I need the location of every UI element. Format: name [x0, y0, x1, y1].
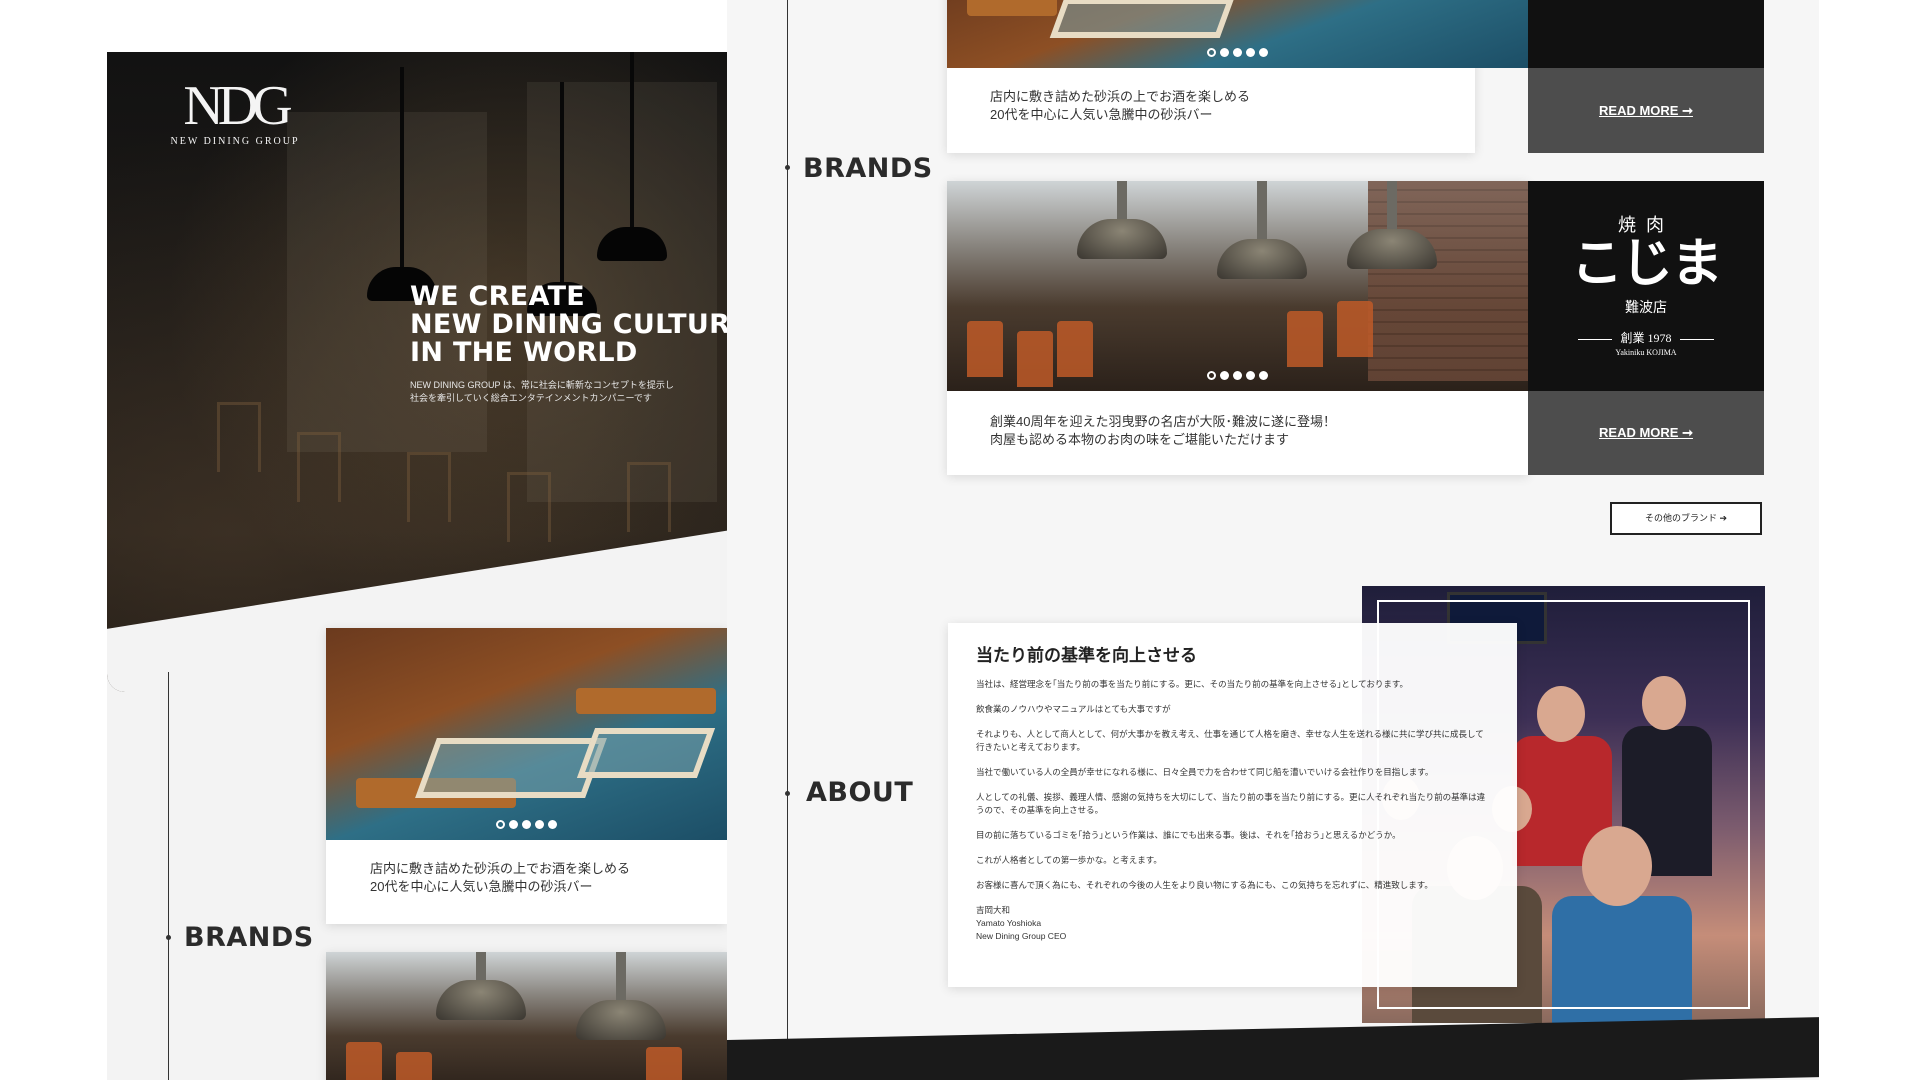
left-timeline-line: [168, 672, 169, 1080]
read-more-button[interactable]: READ MORE ➞: [1528, 68, 1764, 153]
carousel-dot[interactable]: [1233, 371, 1242, 380]
carousel-dot[interactable]: [1233, 48, 1242, 57]
brand-card-kojima[interactable]: 創業40周年を迎えた羽曳野の名店が大阪･難波に遂に登場！ 肉屋も認める本物のお肉…: [947, 181, 1528, 475]
left-brand-card[interactable]: 店内に敷き詰めた砂浜の上でお酒を楽しめる 20代を中心に人気い急騰中の砂浜バー: [326, 628, 727, 924]
hero-section: [107, 52, 727, 692]
logo-line: こじま: [1570, 236, 1723, 293]
carousel-dot[interactable]: [1259, 371, 1268, 380]
hero-subtitle-line: NEW DINING GROUP は、常に社会に斬新なコンセプトを提示し: [410, 380, 674, 390]
about-paragraph: お客様に喜んで頂く為にも、それぞれの今後の人生をより良い物にする為にも、この気持…: [976, 880, 1433, 890]
signature-line: Yamato Yoshioka: [976, 918, 1042, 928]
brand-card-description: 創業40周年を迎えた羽曳野の名店が大阪･難波に遂に登場！ 肉屋も認める本物のお肉…: [947, 391, 1528, 471]
about-paragraph: それよりも、人として商人として、何が大事かを教え考え、仕事を通じて人格を磨き、幸…: [976, 729, 1484, 752]
sand-bar-photo: [947, 0, 1528, 68]
logo-line: Yakiniku KOJIMA: [1615, 348, 1677, 357]
card-text-line: 店内に敷き詰めた砂浜の上でお酒を楽しめる: [990, 89, 1251, 104]
carousel-dots[interactable]: [326, 816, 727, 834]
hero-title-line: WE CREATE: [410, 281, 586, 312]
about-signature: 吉岡大和 Yamato Yoshioka New Dining Group CE…: [976, 904, 1489, 943]
about-paragraph: これが人格者としての第一歩かな。と考えます。: [976, 855, 1162, 865]
carousel-dot[interactable]: [1207, 48, 1216, 57]
logo-mark: NDG: [183, 75, 292, 137]
hero-title-line: NEW DINING CULTURE: [410, 309, 749, 340]
signature-line: New Dining Group CEO: [976, 931, 1067, 941]
carousel-dot[interactable]: [1220, 371, 1229, 380]
about-paragraph: 目の前に落ちているゴミを｢拾う｣という作業は、誰にでも出来る事。後は、それを｢拾…: [976, 830, 1401, 840]
left-brands-dot: [166, 935, 171, 940]
left-brands-label: BRANDS: [184, 922, 314, 953]
hero-subtitle-line: 社会を牽引していく総合エンタテインメントカンパニーです: [410, 393, 652, 403]
card-text-line: 創業40周年を迎えた羽曳野の名店が大阪･難波に遂に登場！: [990, 414, 1336, 429]
carousel-dot[interactable]: [509, 820, 518, 829]
card-text-line: 店内に敷き詰めた砂浜の上でお酒を楽しめる: [370, 861, 631, 876]
other-brands-button[interactable]: その他のブランド ➔: [1610, 502, 1762, 535]
carousel-dots[interactable]: [947, 367, 1528, 385]
carousel-dot[interactable]: [496, 820, 505, 829]
logo-line: 焼肉: [1618, 215, 1674, 235]
about-label: ABOUT: [806, 777, 914, 808]
kojima-logo: 焼肉 こじま 難波店 創業 1978 Yakiniku KOJIMA: [1528, 181, 1764, 391]
about-dot: [785, 791, 790, 796]
brand-card-description: 店内に敷き詰めた砂浜の上でお酒を楽しめる 20代を中心に人気い急騰中の砂浜バー: [947, 68, 1475, 144]
hero-subtitle: NEW DINING GROUP は、常に社会に斬新なコンセプトを提示し 社会を…: [410, 379, 680, 405]
carousel-dot[interactable]: [1246, 371, 1255, 380]
carousel-dot[interactable]: [1220, 48, 1229, 57]
about-paragraph: 人としての礼儀、挨拶、義理人情、感謝の気持ちを大切にして、当たり前の事を当たり前…: [976, 792, 1486, 815]
about-card: 当たり前の基準を向上させる 当社は、経営理念を｢当たり前の事を当たり前にする。更…: [948, 623, 1517, 987]
logo-founded: 創業 1978: [1528, 329, 1764, 346]
portfolio-canvas: NDG NEW DINING GROUP WE CREATE NEW DININ…: [0, 0, 1920, 1080]
carousel-dot[interactable]: [1259, 48, 1268, 57]
signature-line: 吉岡大和: [976, 905, 1011, 915]
yakiniku-photo: [326, 952, 727, 1080]
about-paragraph: 当社は、経営理念を｢当たり前の事を当たり前にする。更に、その当たり前の基準を向上…: [976, 679, 1408, 689]
sand-bar-photo: [326, 628, 727, 840]
about-heading: 当たり前の基準を向上させる: [976, 646, 1197, 665]
card-text-line: 20代を中心に人気い急騰中の砂浜バー: [370, 879, 593, 894]
card-text-line: 肉屋も認める本物のお肉の味をご堪能いただけます: [990, 432, 1290, 447]
left-brand-card-2[interactable]: [326, 952, 727, 1080]
brand-card-sand-bar[interactable]: 店内に敷き詰めた砂浜の上でお酒を楽しめる 20代を中心に人気い急騰中の砂浜バー: [947, 0, 1528, 153]
about-paragraph: 飲食業のノウハウやマニュアルはとても大事ですが: [976, 704, 1171, 714]
carousel-dot[interactable]: [535, 820, 544, 829]
card-text-line: 20代を中心に人気い急騰中の砂浜バー: [990, 107, 1213, 122]
logo-name: NEW DINING GROUP: [170, 136, 300, 147]
logo-line: 難波店: [1625, 301, 1667, 316]
left-card-description: 店内に敷き詰めた砂浜の上でお酒を楽しめる 20代を中心に人気い急騰中の砂浜バー: [326, 840, 727, 916]
read-more-button[interactable]: READ MORE ➞: [1528, 391, 1764, 475]
yakiniku-kojima-photo: [947, 181, 1528, 391]
brand-logo-box-sand-bar: [1528, 0, 1764, 68]
hero-title: WE CREATE NEW DINING CULTURE IN THE WORL…: [410, 283, 749, 367]
hero-title-line: IN THE WORLD: [410, 337, 638, 368]
logo-line: 創業 1978: [1620, 331, 1672, 345]
right-timeline-line: [787, 0, 788, 1080]
brands-dot: [785, 165, 790, 170]
carousel-dot[interactable]: [522, 820, 531, 829]
carousel-dots[interactable]: [947, 44, 1528, 62]
carousel-dot[interactable]: [1246, 48, 1255, 57]
carousel-dot[interactable]: [548, 820, 557, 829]
carousel-dot[interactable]: [1207, 371, 1216, 380]
about-paragraph: 当社で働いている人の全員が幸せになれる様に、日々全員で力を合わせて同じ船を漕いで…: [976, 767, 1434, 777]
brands-label: BRANDS: [803, 153, 933, 184]
ndg-logo[interactable]: NDG NEW DINING GROUP: [170, 78, 300, 147]
